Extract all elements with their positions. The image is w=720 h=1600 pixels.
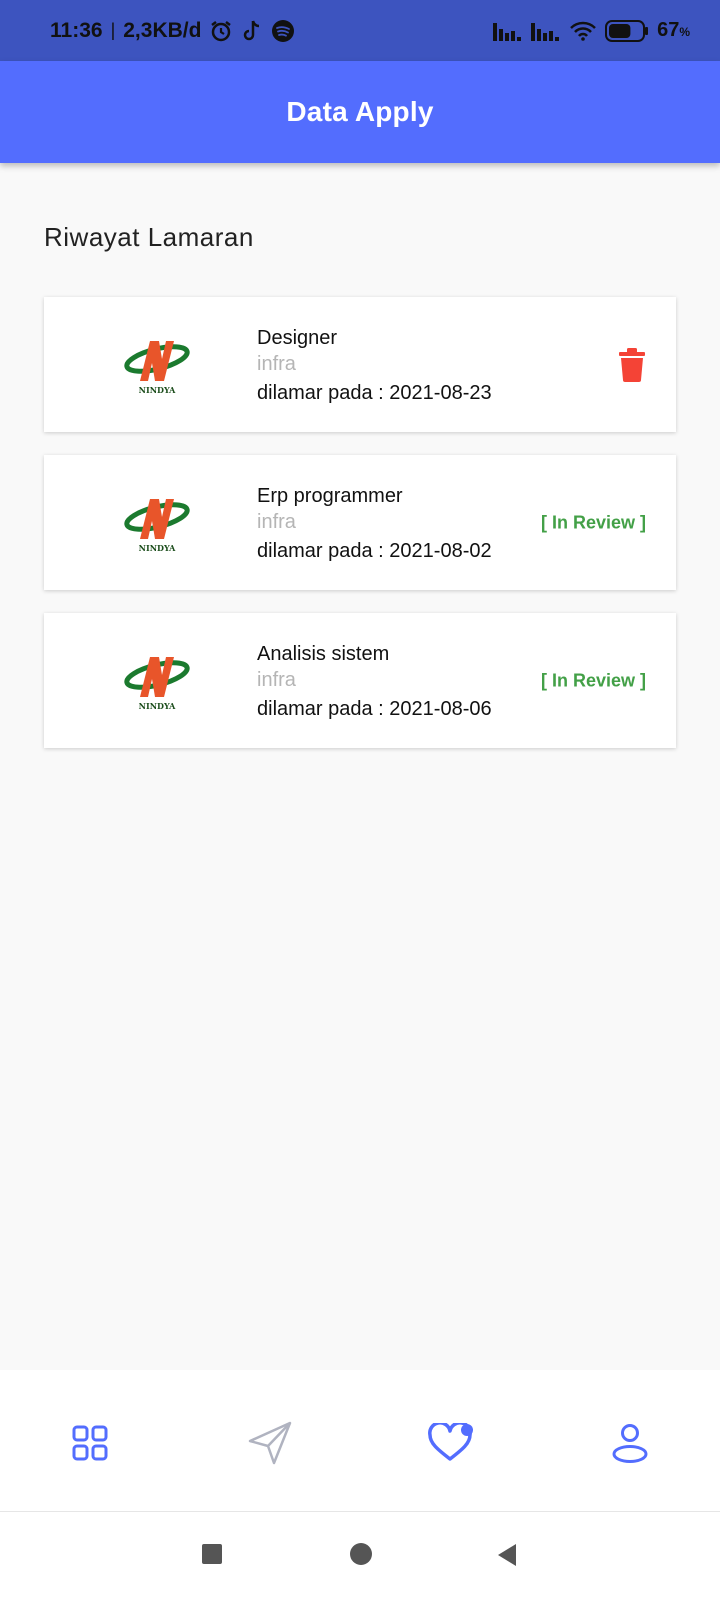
- spotify-icon: [271, 19, 295, 43]
- page-title: Data Apply: [286, 96, 434, 127]
- nav-favorites[interactable]: [425, 1418, 475, 1468]
- send-icon[interactable]: [246, 1419, 294, 1467]
- company-name: infra: [257, 353, 296, 375]
- battery-icon: [605, 19, 649, 42]
- grid-icon[interactable]: [72, 1425, 108, 1461]
- company-name: infra: [257, 511, 296, 533]
- tiktok-icon: [241, 19, 263, 43]
- status-separator: |: [110, 20, 116, 40]
- signal-1-icon: [493, 21, 523, 41]
- nav-send[interactable]: [245, 1418, 295, 1468]
- applied-date: dilamar pada : 2021-08-23: [257, 382, 492, 404]
- status-data-speed: 2,3KB/d: [123, 18, 202, 42]
- application-info: Analisis sistem infra dilamar pada : 202…: [257, 641, 492, 725]
- application-list: NINDYA Designer infra dilamar pada : 202…: [44, 297, 676, 771]
- home-button[interactable]: [350, 1543, 372, 1570]
- nav-profile[interactable]: [605, 1418, 655, 1468]
- logo-text: NINDYA: [139, 543, 177, 553]
- delete-button[interactable]: [618, 347, 646, 382]
- heart-icon[interactable]: [427, 1423, 473, 1463]
- company-logo: NINDYA: [124, 335, 190, 395]
- logo-text: NINDYA: [139, 701, 177, 711]
- company-logo: NINDYA: [124, 493, 190, 553]
- recents-button[interactable]: [202, 1544, 222, 1569]
- applied-date: dilamar pada : 2021-08-02: [257, 540, 492, 562]
- circle-icon[interactable]: [350, 1543, 372, 1565]
- back-triangle-icon[interactable]: [498, 1544, 518, 1566]
- company-logo: NINDYA: [124, 651, 190, 711]
- application-card[interactable]: NINDYA Analisis sistem infra dilamar pad…: [44, 613, 676, 748]
- application-info: Erp programmer infra dilamar pada : 2021…: [257, 483, 492, 567]
- nav-home[interactable]: [65, 1418, 115, 1468]
- status-time: 11:36: [50, 18, 103, 42]
- system-navigation: [0, 1512, 720, 1600]
- bottom-navigation: [0, 1370, 720, 1512]
- application-card[interactable]: NINDYA Erp programmer infra dilamar pada…: [44, 455, 676, 590]
- battery-unit: %: [679, 25, 690, 39]
- status-badge: [ In Review ]: [540, 670, 646, 690]
- square-icon[interactable]: [202, 1544, 222, 1564]
- job-title: Erp programmer: [257, 485, 403, 507]
- application-info: Designer infra dilamar pada : 2021-08-23: [257, 325, 492, 409]
- section-title: Riwayat Lamaran: [44, 222, 254, 252]
- application-card[interactable]: NINDYA Designer infra dilamar pada : 202…: [44, 297, 676, 432]
- signal-2-icon: [531, 21, 561, 41]
- alarm-icon: [209, 19, 233, 43]
- job-title: Analisis sistem: [257, 643, 390, 665]
- applied-date: dilamar pada : 2021-08-06: [257, 698, 492, 720]
- battery-percent: 67%: [657, 19, 690, 41]
- status-badge: [ In Review ]: [540, 512, 646, 532]
- user-icon[interactable]: [611, 1422, 649, 1464]
- app-bar: Data Apply: [0, 61, 720, 163]
- company-name: infra: [257, 669, 296, 691]
- status-bar: 11:36 | 2,3KB/d 67%: [0, 0, 720, 61]
- wifi-icon: [569, 21, 597, 41]
- delete-icon[interactable]: [618, 347, 646, 382]
- back-button[interactable]: [498, 1544, 518, 1571]
- job-title: Designer: [257, 327, 338, 349]
- logo-text: NINDYA: [139, 385, 177, 395]
